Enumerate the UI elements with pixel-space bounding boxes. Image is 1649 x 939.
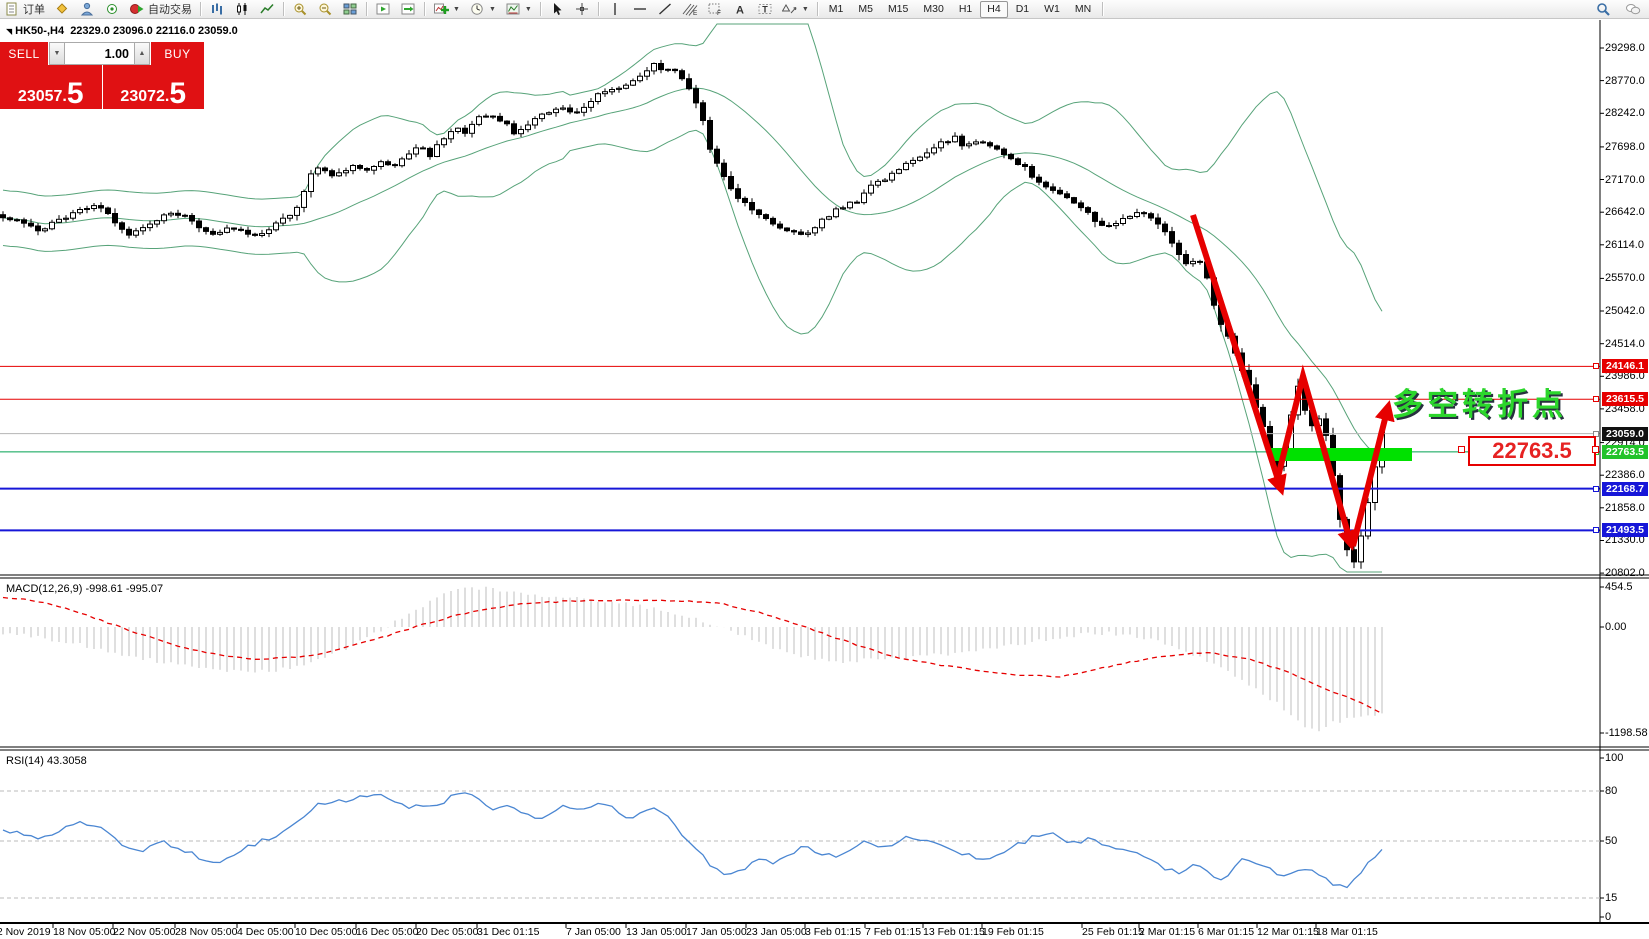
mt4-window: 订单自动交易▼▼▼EFAT▼M1M5M15M30H1H4D1W1MN ◥HK50… — [0, 0, 1649, 939]
date-tick-label: 18 Nov 05:00 — [53, 926, 115, 938]
level-line-handle[interactable] — [1593, 396, 1599, 402]
rsi-name: RSI(14) — [6, 755, 44, 767]
buy-price[interactable]: 23072 . 5 — [103, 65, 205, 109]
date-tick-label: 4 Dec 05:00 — [237, 926, 294, 938]
price-line-badge: 24146.1 — [1602, 359, 1648, 373]
date-tick-label: 12 Mar 01:15 — [1257, 926, 1319, 938]
rsi-scale-label: 0 — [1605, 911, 1611, 923]
macd-scale-label: -1198.58 — [1605, 727, 1648, 739]
rsi-scale-label: 15 — [1605, 892, 1617, 904]
date-tick-label: 17 Jan 05:00 — [686, 926, 747, 938]
date-tick-label: 28 Nov 05:00 — [175, 926, 237, 938]
one-click-trading-panel: SELL ▼ 1.00 ▲ BUY 23057 . 5 23072 . 5 — [0, 42, 204, 109]
price-line-badge: 23059.0 — [1602, 427, 1648, 441]
sell-button[interactable]: SELL — [0, 42, 49, 65]
buy-price-pip: 5 — [169, 82, 186, 105]
macd-scale-label: 0.00 — [1605, 621, 1626, 633]
chart-canvas[interactable] — [0, 0, 1649, 939]
price-tick-label: 27170.0 — [1605, 174, 1645, 186]
macd-scale-label: 454.5 — [1605, 581, 1633, 593]
price-line-badge: 21493.5 — [1602, 523, 1648, 537]
price-tag-right-handle[interactable] — [1592, 446, 1599, 453]
macd-values: -998.61 -995.07 — [85, 583, 163, 595]
date-tick-label: 7 Feb 01:15 — [865, 926, 921, 938]
price-tick-label: 26642.0 — [1605, 206, 1645, 218]
price-tag-left-handle[interactable] — [1458, 446, 1465, 453]
ohlc-values: 22329.0 23096.0 22116.0 23059.0 — [70, 25, 238, 37]
sell-price-pip: 5 — [67, 82, 84, 105]
price-tick-label: 28242.0 — [1605, 107, 1645, 119]
date-tick-label: 6 Mar 01:15 — [1198, 926, 1254, 938]
price-tick-label: 28770.0 — [1605, 75, 1645, 87]
volume-input[interactable]: 1.00 — [65, 42, 134, 65]
level-line-handle[interactable] — [1593, 486, 1599, 492]
macd-label: MACD(12,26,9) -998.61 -995.07 — [6, 583, 163, 595]
date-tick-label: 2 Mar 01:15 — [1139, 926, 1195, 938]
date-tick-label: 20 Dec 05:00 — [416, 926, 478, 938]
symbol-label: HK50-,H4 — [15, 25, 64, 37]
price-tick-label: 25042.0 — [1605, 305, 1645, 317]
rsi-scale-label: 100 — [1605, 752, 1623, 764]
chart-ohlc-header: ◥HK50-,H4 22329.0 23096.0 22116.0 23059.… — [6, 25, 238, 37]
date-tick-label: 13 Jan 05:00 — [626, 926, 687, 938]
sell-price-main: 23057 — [18, 89, 63, 105]
price-line-badge: 23615.5 — [1602, 392, 1648, 406]
date-tick-label: 13 Feb 01:15 — [923, 926, 985, 938]
price-tick-label: 20802.0 — [1605, 567, 1645, 579]
date-tick-label: 19 Feb 01:15 — [982, 926, 1044, 938]
level-line-handle[interactable] — [1593, 527, 1599, 533]
date-tick-label: 31 Dec 01:15 — [477, 926, 539, 938]
chart-marker-icon: ◥ — [6, 27, 12, 36]
date-tick-label: 12 Nov 2019 — [0, 926, 51, 938]
buy-button[interactable]: BUY — [150, 42, 204, 65]
volume-decrease-button[interactable]: ▼ — [49, 42, 65, 65]
date-tick-label: 16 Dec 05:00 — [356, 926, 418, 938]
turning-point-annotation: 多空转折点 — [1392, 379, 1567, 424]
price-tick-label: 22386.0 — [1605, 469, 1645, 481]
volume-increase-button[interactable]: ▲ — [134, 42, 150, 65]
date-tick-label: 10 Dec 05:00 — [295, 926, 357, 938]
price-tick-label: 26114.0 — [1605, 239, 1644, 251]
price-tick-label: 21858.0 — [1605, 502, 1645, 514]
price-line-badge: 22763.5 — [1602, 445, 1648, 459]
date-tick-label: 22 Nov 05:00 — [113, 926, 175, 938]
rsi-label: RSI(14) 43.3058 — [6, 755, 87, 767]
date-tick-label: 18 Mar 01:15 — [1316, 926, 1378, 938]
date-tick-label: 3 Feb 01:15 — [805, 926, 861, 938]
price-line-badge: 22168.7 — [1602, 482, 1648, 496]
price-tick-label: 24514.0 — [1605, 338, 1645, 350]
buy-price-main: 23072 — [120, 89, 165, 105]
sell-price[interactable]: 23057 . 5 — [0, 65, 103, 109]
date-tick-label: 23 Jan 05:00 — [746, 926, 807, 938]
price-tick-label: 29298.0 — [1605, 42, 1645, 54]
level-line-handle[interactable] — [1593, 363, 1599, 369]
price-tick-label: 27698.0 — [1605, 141, 1645, 153]
macd-name: MACD(12,26,9) — [6, 583, 82, 595]
rsi-scale-label: 80 — [1605, 785, 1617, 797]
price-tick-label: 25570.0 — [1605, 272, 1645, 284]
date-tick-label: 25 Feb 01:15 — [1082, 926, 1144, 938]
date-tick-label: 7 Jan 05:00 — [566, 926, 621, 938]
rsi-value: 43.3058 — [47, 755, 87, 767]
rsi-scale-label: 50 — [1605, 835, 1617, 847]
price-tag-box: 22763.5 — [1468, 436, 1596, 466]
